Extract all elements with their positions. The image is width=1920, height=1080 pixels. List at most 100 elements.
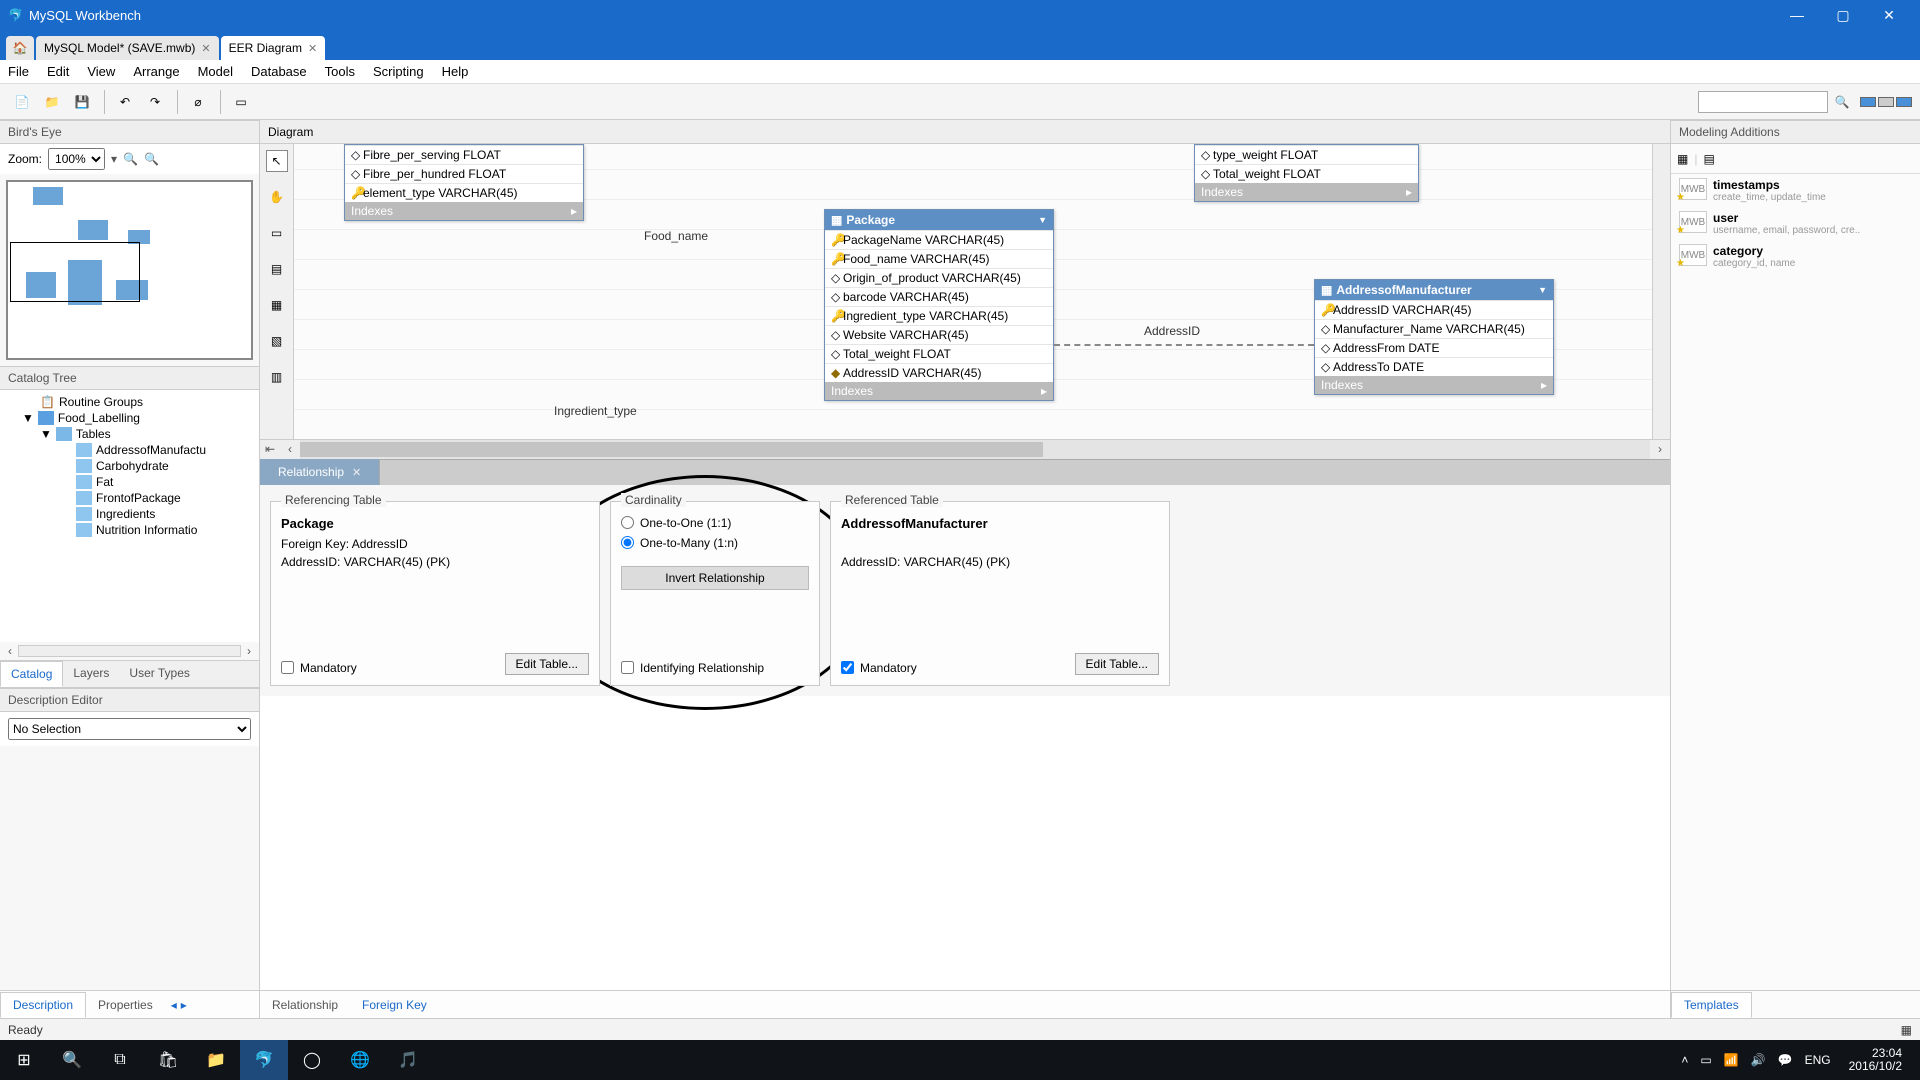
menu-arrange[interactable]: Arrange (133, 64, 179, 79)
layout-mid-icon[interactable] (1878, 97, 1894, 107)
mandatory-checkbox-right[interactable]: Mandatory (841, 661, 917, 675)
taskbar-clock[interactable]: 23:04 2016/10/2 (1841, 1047, 1910, 1073)
search-icon[interactable]: 🔍 (48, 1040, 96, 1080)
tool-hand[interactable] (266, 186, 288, 208)
tree-routine-groups[interactable]: Routine Groups (59, 395, 143, 409)
system-tray[interactable]: ˄ ▭ 📶 🔊 💬 ENG (1671, 1053, 1840, 1067)
tree-table-item[interactable]: Fat (96, 475, 113, 489)
tab-relationship[interactable]: Relationship (260, 993, 350, 1017)
tool-table[interactable] (266, 366, 288, 388)
tab-model[interactable]: MySQL Model* (SAVE.mwb) ✕ (36, 36, 219, 60)
tab-eer-diagram[interactable]: EER Diagram ✕ (221, 36, 326, 60)
erd-table-partial-right[interactable]: ◇type_weight FLOAT ◇Total_weight FLOAT I… (1194, 144, 1419, 202)
search-button[interactable] (1828, 88, 1856, 116)
catalog-tree[interactable]: 📋Routine Groups ▼Food_Labelling ▼Tables … (0, 390, 259, 642)
tab-description[interactable]: Description (0, 992, 86, 1018)
history-fwd-icon[interactable]: ▸ (181, 998, 187, 1012)
birds-eye-view[interactable] (6, 180, 253, 360)
new-button[interactable]: 📄 (8, 88, 36, 116)
edit-table-button-left[interactable]: Edit Table... (505, 653, 589, 675)
tree-tables-folder[interactable]: Tables (76, 427, 111, 441)
history-back-icon[interactable]: ◂ (171, 998, 177, 1012)
relationship-line[interactable] (1054, 344, 1314, 346)
tool-layer[interactable] (266, 258, 288, 280)
store-icon[interactable]: 🛍 (144, 1040, 192, 1080)
layout-right-icon[interactable] (1896, 97, 1912, 107)
template-item[interactable]: MWB timestampscreate_time, update_time (1671, 174, 1920, 207)
erd-table-partial-left[interactable]: ◇Fibre_per_serving FLOAT ◇Fibre_per_hund… (344, 144, 584, 221)
tool-pointer[interactable] (266, 150, 288, 172)
wifi-icon[interactable]: 📶 (1724, 1053, 1739, 1067)
tab-layers[interactable]: Layers (63, 661, 119, 687)
radio-one-to-one[interactable]: One-to-One (1:1) (621, 516, 809, 530)
menu-edit[interactable]: Edit (47, 64, 69, 79)
save-button[interactable] (68, 88, 96, 116)
tab-user-types[interactable]: User Types (119, 661, 199, 687)
open-button[interactable] (38, 88, 66, 116)
volume-icon[interactable]: 🔊 (1751, 1053, 1766, 1067)
notifications-icon[interactable]: 💬 (1778, 1053, 1793, 1067)
template-item[interactable]: MWB categorycategory_id, name (1671, 240, 1920, 273)
spotify-icon[interactable]: 🎵 (384, 1040, 432, 1080)
description-select[interactable]: No Selection (8, 718, 251, 740)
erd-table-address[interactable]: ▦AddressofManufacturer▼ 🔑AddressID VARCH… (1314, 279, 1554, 395)
tree-table-item[interactable]: AddressofManufactu (96, 443, 206, 457)
close-icon[interactable]: ✕ (352, 466, 361, 479)
tool-image[interactable] (266, 330, 288, 352)
tray-up-icon[interactable]: ˄ (1681, 1053, 1688, 1067)
xbox-icon[interactable]: ◯ (288, 1040, 336, 1080)
tree-table-item[interactable]: FrontofPackage (96, 491, 181, 505)
tab-catalog[interactable]: Catalog (0, 661, 63, 687)
tree-schema[interactable]: Food_Labelling (58, 411, 140, 425)
diagram-canvas[interactable]: ◇Fibre_per_serving FLOAT ◇Fibre_per_hund… (294, 144, 1652, 439)
canvas-hscrollbar[interactable]: ⇤‹ › (260, 439, 1670, 459)
erd-table-package[interactable]: ▦Package▼ 🔑PackageName VARCHAR(45) 🔑Food… (824, 209, 1054, 401)
workbench-task-icon[interactable]: 🐬 (240, 1040, 288, 1080)
tab-templates[interactable]: Templates (1671, 992, 1752, 1018)
zoom-select[interactable]: 100% (48, 148, 105, 170)
tree-table-item[interactable]: Nutrition Informatio (96, 523, 197, 537)
tool-erase[interactable] (266, 222, 288, 244)
zoom-out-icon[interactable]: 🔍 (144, 152, 159, 166)
menu-scripting[interactable]: Scripting (373, 64, 424, 79)
explorer-icon[interactable]: 📁 (192, 1040, 240, 1080)
battery-icon[interactable]: ▭ (1700, 1053, 1711, 1067)
task-view-icon[interactable]: ⧉ (96, 1040, 144, 1080)
tree-scrollbar[interactable]: ‹› (0, 642, 259, 660)
edit-table-button-right[interactable]: Edit Table... (1075, 653, 1159, 675)
close-icon[interactable]: ✕ (308, 42, 317, 55)
menu-view[interactable]: View (87, 64, 115, 79)
template-item[interactable]: MWB userusername, email, password, cre.. (1671, 207, 1920, 240)
close-icon[interactable]: ✕ (201, 42, 210, 55)
maximize-button[interactable]: ▢ (1820, 0, 1866, 30)
menu-model[interactable]: Model (198, 64, 233, 79)
mandatory-checkbox-left[interactable]: Mandatory (281, 661, 357, 675)
search-input[interactable] (1698, 91, 1828, 113)
redo-button[interactable] (141, 88, 169, 116)
home-tab[interactable] (6, 36, 34, 60)
script-button[interactable]: ⌀ (184, 88, 212, 116)
canvas-vscrollbar[interactable] (1652, 144, 1670, 439)
minimize-button[interactable]: — (1774, 0, 1820, 30)
layout-left-icon[interactable] (1860, 97, 1876, 107)
start-button[interactable]: ⊞ (0, 1040, 48, 1080)
menu-file[interactable]: File (8, 64, 29, 79)
tab-foreign-key[interactable]: Foreign Key (350, 993, 439, 1017)
menu-help[interactable]: Help (442, 64, 469, 79)
tree-table-item[interactable]: Ingredients (96, 507, 155, 521)
tab-relationship-editor[interactable]: Relationship ✕ (260, 459, 380, 485)
add-template-icon[interactable]: ▦ (1677, 152, 1688, 166)
undo-button[interactable] (111, 88, 139, 116)
tab-properties[interactable]: Properties (86, 993, 165, 1017)
chrome-icon[interactable]: 🌐 (336, 1040, 384, 1080)
radio-one-to-many[interactable]: One-to-Many (1:n) (621, 536, 809, 550)
menu-database[interactable]: Database (251, 64, 307, 79)
tree-table-item[interactable]: Carbohydrate (96, 459, 169, 473)
template-list-icon[interactable]: ▤ (1703, 152, 1714, 166)
close-button[interactable]: ✕ (1866, 0, 1912, 30)
language-indicator[interactable]: ENG (1805, 1053, 1831, 1067)
invert-relationship-button[interactable]: Invert Relationship (621, 566, 809, 590)
zoom-in-icon[interactable]: 🔍 (123, 152, 138, 166)
grid-button[interactable]: ▭ (227, 88, 255, 116)
identifying-checkbox[interactable]: Identifying Relationship (621, 661, 809, 675)
